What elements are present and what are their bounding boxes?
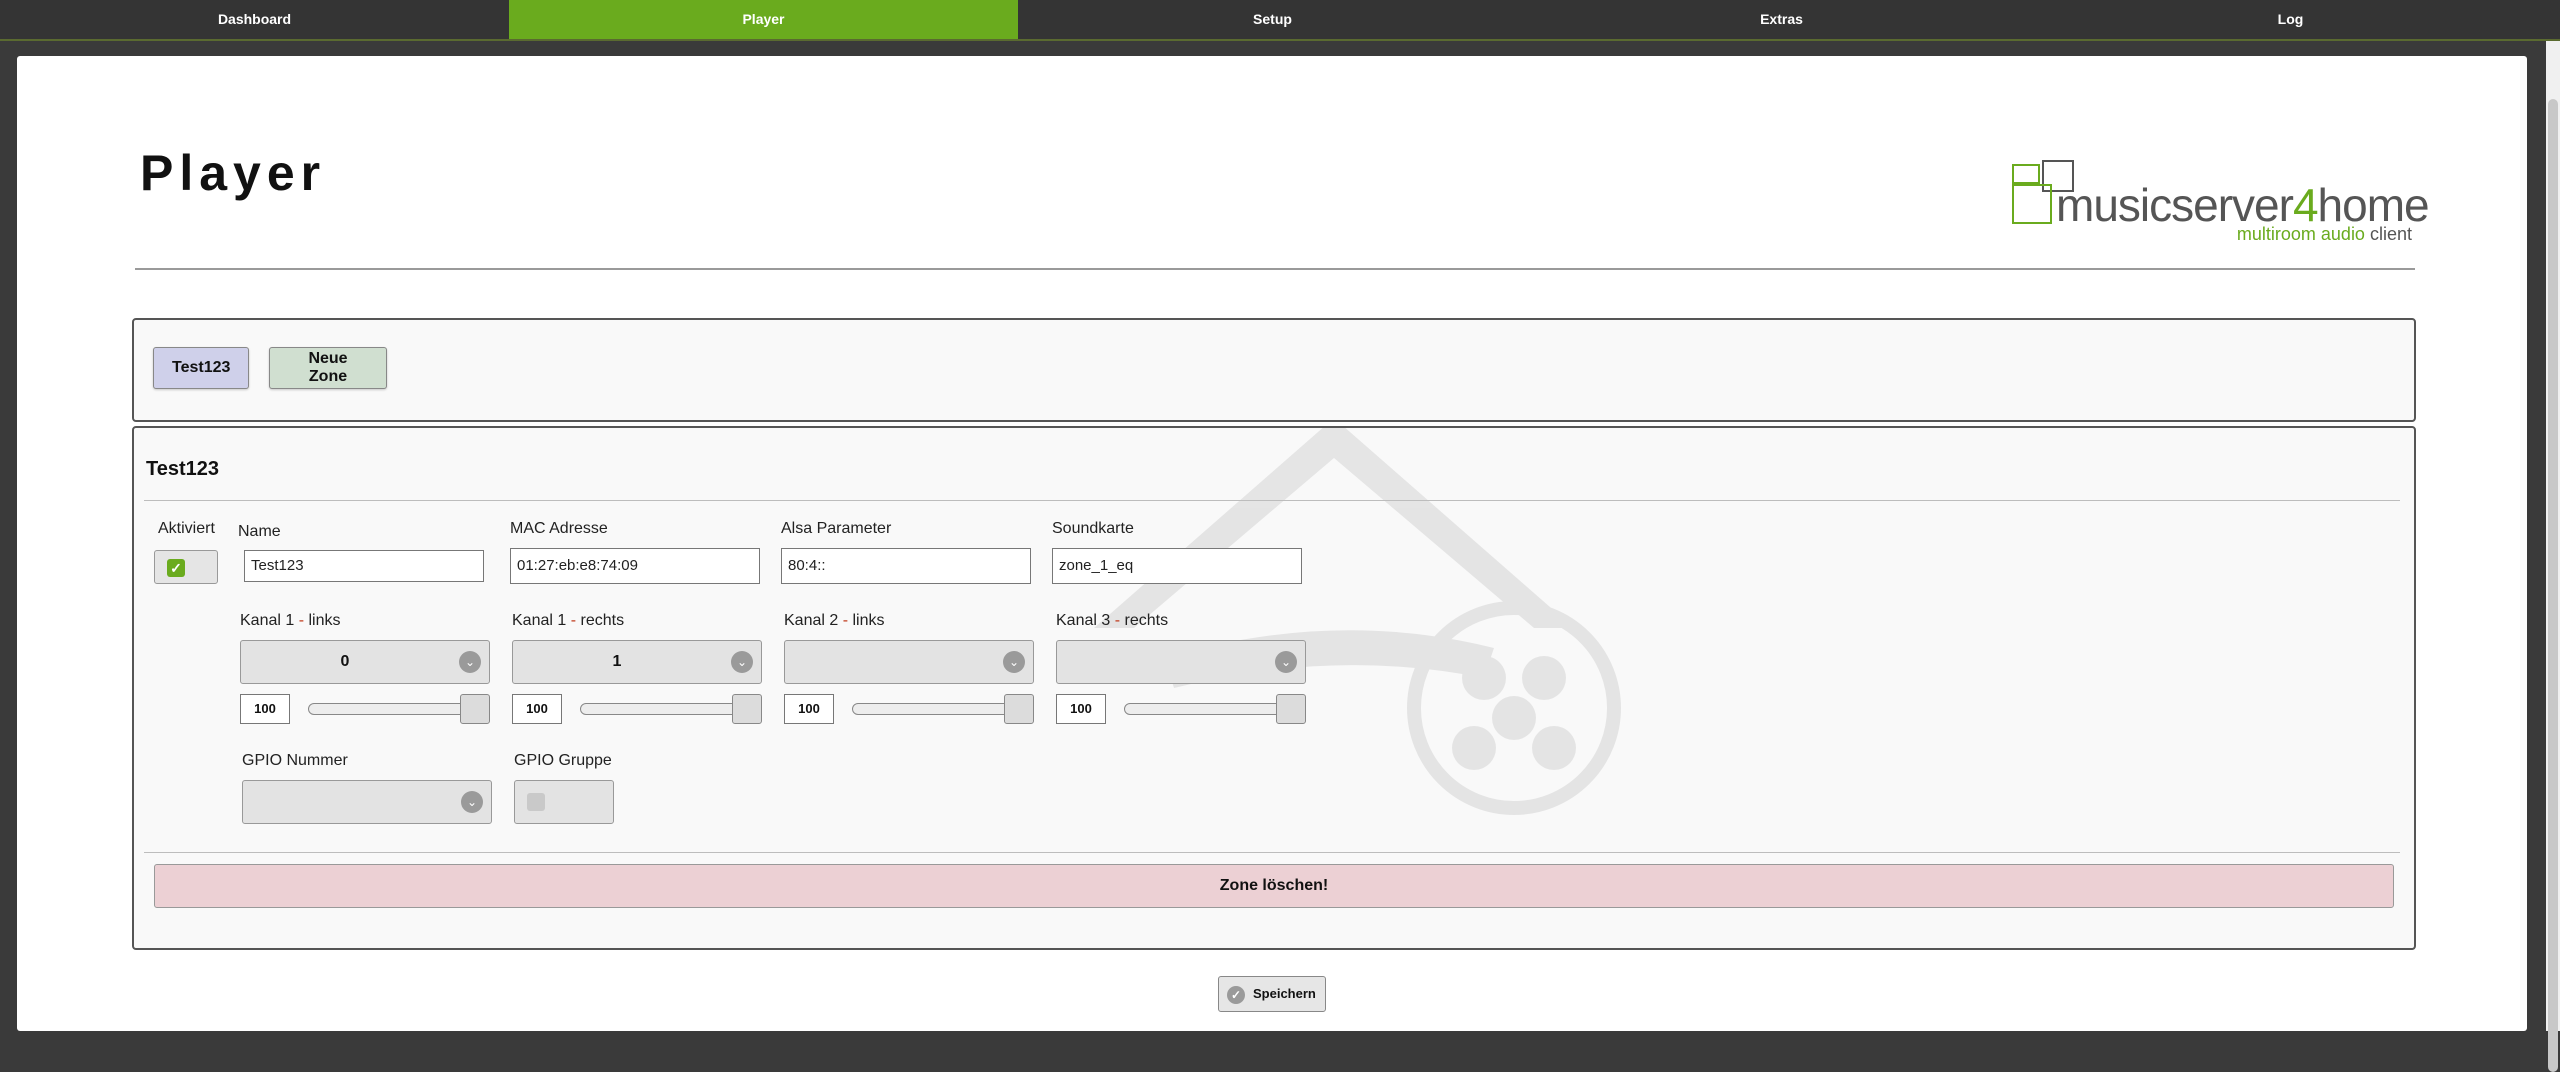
logo-subtitle: multiroom audio client <box>2236 224 2412 244</box>
nav-item-setup[interactable]: Setup <box>1018 0 1527 39</box>
channel-label: Kanal 3 - rechts <box>1056 612 1169 629</box>
channel-select[interactable]: ⌄ <box>1056 640 1306 684</box>
volume-input[interactable]: 100 <box>240 694 290 724</box>
zone-button-test123[interactable]: Test123 <box>153 347 249 389</box>
soundkarte-label: Soundkarte <box>1052 520 1134 537</box>
nav-item-log[interactable]: Log <box>2036 0 2545 39</box>
mac-label: MAC Adresse <box>510 520 608 537</box>
channel-select[interactable]: 1 ⌄ <box>512 640 762 684</box>
volume-slider-thumb[interactable] <box>732 694 762 724</box>
nav-item-player[interactable]: Player <box>509 0 1018 39</box>
volume-slider-thumb[interactable] <box>1004 694 1034 724</box>
volume-slider-thumb[interactable] <box>1276 694 1306 724</box>
zone-divider <box>144 500 2400 501</box>
chevron-down-icon: ⌄ <box>731 651 753 673</box>
channel-select[interactable]: ⌄ <box>784 640 1034 684</box>
volume-input[interactable]: 100 <box>1056 694 1106 724</box>
chevron-down-icon: ⌄ <box>459 651 481 673</box>
page-scrollbar[interactable] <box>2546 41 2560 1072</box>
volume-input[interactable]: 100 <box>784 694 834 724</box>
aktiviert-label: Aktiviert <box>158 520 215 537</box>
gpio-gruppe-toggle[interactable] <box>514 780 614 824</box>
delete-zone-button[interactable]: Zone löschen! <box>154 864 2394 908</box>
check-circle-icon: ✓ <box>1227 986 1245 1004</box>
zone-divider <box>144 852 2400 853</box>
logo-square-icon <box>2012 164 2040 184</box>
scrollbar-thumb[interactable] <box>2548 99 2558 1072</box>
volume-input[interactable]: 100 <box>512 694 562 724</box>
chevron-down-icon: ⌄ <box>461 791 483 813</box>
gpio-nummer-label: GPIO Nummer <box>242 752 348 769</box>
save-label: Speichern <box>1253 986 1316 1001</box>
nav-item-dashboard[interactable]: Dashboard <box>0 0 509 39</box>
mac-address-input[interactable]: 01:27:eb:e8:74:09 <box>510 548 760 584</box>
new-zone-button[interactable]: Neue Zone <box>269 347 387 389</box>
soundkarte-input[interactable]: zone_1_eq <box>1052 548 1302 584</box>
alsa-parameter-input[interactable]: 80:4:: <box>781 548 1031 584</box>
channel-select[interactable]: 0 ⌄ <box>240 640 490 684</box>
alsa-label: Alsa Parameter <box>781 520 892 537</box>
volume-slider-thumb[interactable] <box>460 694 490 724</box>
checkbox-icon[interactable] <box>527 793 545 811</box>
logo-square-icon <box>2012 184 2052 224</box>
aktiviert-toggle[interactable]: ✓ <box>154 550 218 584</box>
channel-select-value: 1 <box>612 653 622 670</box>
gpio-gruppe-label: GPIO Gruppe <box>514 752 612 769</box>
gpio-nummer-select[interactable]: ⌄ <box>242 780 492 824</box>
top-nav: Dashboard Player Setup Extras Log <box>0 0 2560 41</box>
zone-panel: Test123 Aktiviert ✓ Name Test123 MAC Adr… <box>132 426 2416 950</box>
channel-label: Kanal 1 - links <box>240 612 341 629</box>
chevron-down-icon: ⌄ <box>1275 651 1297 673</box>
save-button[interactable]: ✓ Speichern <box>1218 976 1326 1012</box>
chevron-down-icon: ⌄ <box>1003 651 1025 673</box>
zone-selector-bar: Test123 Neue Zone <box>132 318 2416 422</box>
title-divider <box>135 268 2415 270</box>
checkmark-icon[interactable]: ✓ <box>167 559 185 577</box>
nav-item-extras[interactable]: Extras <box>1527 0 2036 39</box>
channel-select-value: 0 <box>340 653 350 670</box>
page-title: Player <box>140 145 327 201</box>
name-label: Name <box>238 523 281 540</box>
brand-logo: musicserver4home multiroom audio client <box>2012 160 2430 246</box>
name-input[interactable]: Test123 <box>244 550 484 582</box>
channel-label: Kanal 2 - links <box>784 612 885 629</box>
channel-label: Kanal 1 - rechts <box>512 612 625 629</box>
zone-heading: Test123 <box>146 458 220 480</box>
